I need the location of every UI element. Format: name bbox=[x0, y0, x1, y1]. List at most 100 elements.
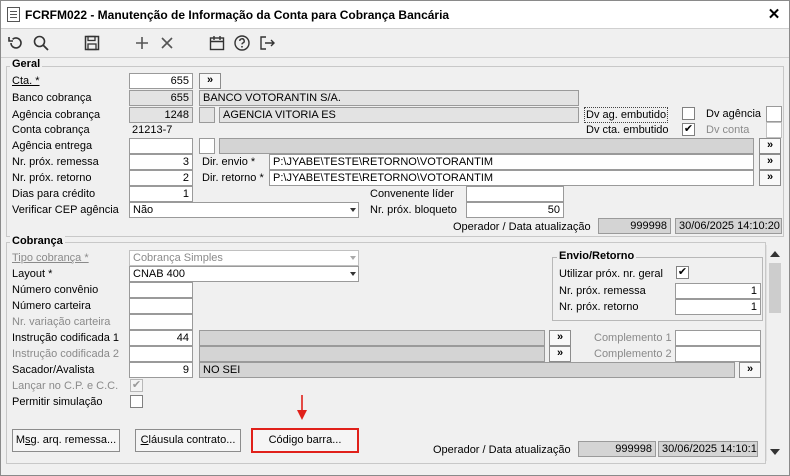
layout-value: CNAB 400 bbox=[133, 268, 185, 280]
carteira-input[interactable] bbox=[129, 298, 193, 314]
scroll-up-icon[interactable] bbox=[770, 251, 780, 257]
cta-label: Cta. * bbox=[12, 75, 40, 87]
utilizar-prox-label: Utilizar próx. nr. geral bbox=[559, 268, 663, 280]
convenente-label: Convenente líder bbox=[370, 188, 454, 200]
dir-retorno-label: Dir. retorno * bbox=[202, 172, 264, 184]
save-icon[interactable] bbox=[82, 34, 102, 54]
instrucao2-lookup-button[interactable]: » bbox=[549, 346, 571, 362]
envio-retorno-nr-input[interactable]: 1 bbox=[675, 299, 761, 315]
layout-select[interactable]: CNAB 400 bbox=[129, 266, 359, 282]
geral-operador-label: Operador / Data atualização bbox=[453, 221, 591, 233]
dias-credito-label: Dias para crédito bbox=[12, 188, 96, 200]
clausula-contrato-button[interactable]: Cláusula contrato... bbox=[135, 429, 241, 452]
utilizar-prox-checkbox[interactable]: ✔ bbox=[676, 266, 689, 279]
dias-credito-input[interactable]: 1 bbox=[129, 186, 193, 202]
instrucao1-desc-field bbox=[199, 330, 545, 346]
chevron-down-icon bbox=[350, 256, 356, 260]
envio-retorno-nr-label: Nr. próx. retorno bbox=[559, 301, 639, 313]
variacao-input[interactable] bbox=[129, 314, 193, 330]
instrucao1-lookup-button[interactable]: » bbox=[549, 330, 571, 346]
dir-envio-input[interactable]: P:\JYABE\TESTE\RETORNO\VOTORANTIM bbox=[269, 154, 754, 170]
nr-bloqueto-input[interactable]: 50 bbox=[466, 202, 564, 218]
instrucao2-input[interactable] bbox=[129, 346, 193, 362]
dir-retorno-browse-button[interactable]: » bbox=[759, 170, 781, 186]
msg-post: g. arq. remessa... bbox=[30, 434, 117, 446]
red-arrow-icon bbox=[297, 395, 307, 420]
agencia-code-field: 1248 bbox=[129, 107, 193, 123]
instrucao1-input[interactable]: 44 bbox=[129, 330, 193, 346]
title-bar: FCRFM022 - Manutenção de Informação da C… bbox=[1, 1, 789, 29]
cta-lookup-button[interactable]: » bbox=[199, 73, 221, 89]
scroll-down-icon[interactable] bbox=[770, 449, 780, 455]
exit-icon[interactable] bbox=[257, 34, 277, 54]
calendar-icon[interactable] bbox=[207, 34, 227, 54]
agencia-label: Agência cobrança bbox=[12, 109, 101, 121]
window-title: FCRFM022 - Manutenção de Informação da C… bbox=[25, 8, 450, 22]
msg-arq-remessa-button[interactable]: Msg. arq. remessa... bbox=[12, 429, 120, 452]
dv-ag-embutido-label: Dv ag. embutido bbox=[584, 107, 669, 123]
verificar-cep-select[interactable]: Não bbox=[129, 202, 359, 218]
permitir-simulacao-checkbox[interactable] bbox=[130, 395, 143, 408]
convenio-label: Número convênio bbox=[12, 284, 99, 296]
geral-operador-field: 999998 bbox=[598, 218, 671, 234]
complemento1-input[interactable] bbox=[675, 330, 761, 346]
nr-remessa-input[interactable]: 3 bbox=[129, 154, 193, 170]
conta-value: 21213-7 bbox=[132, 124, 173, 136]
dir-envio-browse-button[interactable]: » bbox=[759, 154, 781, 170]
sacador-label: Sacador/Avalista bbox=[12, 364, 95, 376]
search-icon[interactable] bbox=[31, 34, 51, 54]
close-icon[interactable] bbox=[157, 34, 177, 54]
codigo-barra-button[interactable]: Código barra... bbox=[251, 428, 359, 453]
undo-icon[interactable] bbox=[6, 34, 26, 54]
agencia-entrega-name-field bbox=[219, 138, 754, 154]
close-window-button[interactable]: ✕ bbox=[763, 5, 785, 25]
clausula-post: láusula contrato... bbox=[148, 434, 236, 446]
dv-conta-label: Dv conta bbox=[706, 124, 750, 136]
instrucao1-label: Instrução codificada 1 bbox=[12, 332, 120, 344]
cobranca-title: Cobrança bbox=[10, 235, 65, 247]
main-window: FCRFM022 - Manutenção de Informação da C… bbox=[0, 0, 790, 476]
tipo-cobranca-value: Cobrança Simples bbox=[133, 252, 223, 264]
permitir-simulacao-label: Permitir simulação bbox=[12, 396, 103, 408]
complemento1-label: Complemento 1 bbox=[594, 332, 672, 344]
convenente-input[interactable] bbox=[466, 186, 564, 202]
agencia-entrega-dv-input[interactable] bbox=[199, 138, 215, 154]
dv-conta-field bbox=[766, 122, 782, 138]
envio-remessa-label: Nr. próx. remessa bbox=[559, 285, 646, 297]
chevron-down-icon bbox=[350, 272, 356, 276]
cobranca-operador-field: 999998 bbox=[578, 441, 656, 457]
vertical-scrollbar[interactable] bbox=[766, 245, 783, 461]
agencia-entrega-lookup-button[interactable]: » bbox=[759, 138, 781, 154]
dir-envio-label: Dir. envio * bbox=[202, 156, 256, 168]
complemento2-label: Complemento 2 bbox=[594, 348, 672, 360]
agencia-dv-field bbox=[199, 107, 215, 123]
nr-remessa-label: Nr. próx. remessa bbox=[12, 156, 99, 168]
toolbar bbox=[1, 30, 789, 58]
instrucao2-label: Instrução codificada 2 bbox=[12, 348, 120, 360]
plus-icon[interactable] bbox=[132, 34, 152, 54]
help-icon[interactable] bbox=[232, 34, 252, 54]
banco-code-field: 655 bbox=[129, 90, 193, 106]
dv-agencia-label: Dv agência bbox=[706, 108, 762, 120]
dir-retorno-input[interactable]: P:\JYABE\TESTE\RETORNO\VOTORANTIM bbox=[269, 170, 754, 186]
sacador-name-field: NO SEI bbox=[199, 362, 735, 378]
envio-remessa-input[interactable]: 1 bbox=[675, 283, 761, 299]
cobranca-data-field: 30/06/2025 14:10:16 bbox=[658, 441, 758, 457]
complemento2-input[interactable] bbox=[675, 346, 761, 362]
dv-agencia-field[interactable] bbox=[766, 106, 782, 122]
chevron-down-icon bbox=[350, 208, 356, 212]
dv-cta-embutido-checkbox[interactable]: ✔ bbox=[682, 123, 695, 136]
scroll-thumb[interactable] bbox=[769, 263, 781, 313]
dv-ag-embutido-checkbox[interactable] bbox=[682, 107, 695, 120]
sacador-code-input[interactable]: 9 bbox=[129, 362, 193, 378]
dv-cta-embutido-label: Dv cta. embutido bbox=[586, 124, 669, 136]
document-icon bbox=[7, 7, 20, 22]
cta-input[interactable]: 655 bbox=[129, 73, 193, 89]
nr-retorno-label: Nr. próx. retorno bbox=[12, 172, 92, 184]
layout-label: Layout * bbox=[12, 268, 53, 280]
nr-retorno-input[interactable]: 2 bbox=[129, 170, 193, 186]
verificar-cep-value: Não bbox=[133, 204, 154, 216]
sacador-lookup-button[interactable]: » bbox=[739, 362, 761, 378]
convenio-input[interactable] bbox=[129, 282, 193, 298]
agencia-entrega-input[interactable] bbox=[129, 138, 193, 154]
